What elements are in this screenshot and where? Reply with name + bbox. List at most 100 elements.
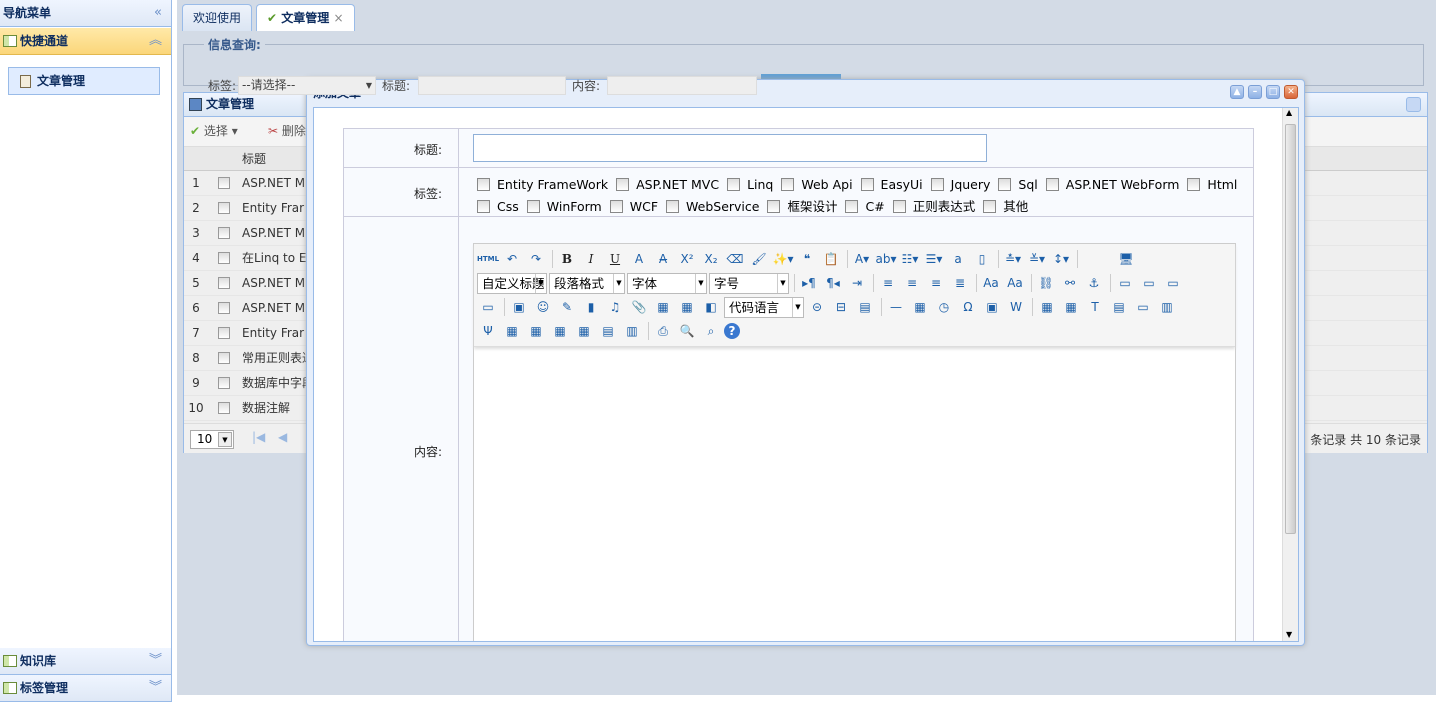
expand-down-icon[interactable]: ︾ [149, 675, 162, 701]
insertcol-icon[interactable]: ▥ [1156, 297, 1178, 317]
imagenone-icon[interactable]: ▭ [1114, 273, 1136, 293]
toolbar-select[interactable]: 自定义标题 ▼ [477, 272, 547, 294]
page-size-select[interactable]: 10 ▼ [190, 430, 234, 449]
collapse-icon[interactable]: ▲ [1230, 85, 1244, 99]
justifycenter-icon[interactable]: ≡ [901, 273, 923, 293]
content-query-input[interactable] [607, 76, 757, 95]
collapse-up-icon[interactable]: ︽ [149, 28, 162, 54]
insertunorderedlist-icon[interactable]: ☰▾ [923, 249, 945, 269]
time-icon[interactable]: ◷ [933, 297, 955, 317]
unlink-icon[interactable]: ⚯ [1059, 273, 1081, 293]
snapscreen-icon[interactable]: ▣ [981, 297, 1003, 317]
row-checkbox[interactable] [218, 202, 230, 214]
checkbox[interactable] [666, 200, 680, 213]
searchreplace-icon[interactable]: 🔍 [676, 321, 698, 341]
editor-content-area[interactable] [474, 348, 1235, 641]
underline-icon[interactable]: U [604, 249, 626, 269]
panel-header-tags[interactable]: 标签管理 ︾ [0, 675, 171, 702]
checkbox[interactable] [1045, 178, 1059, 191]
close-dialog-icon[interactable]: ✕ [1284, 85, 1298, 99]
pasteplain-icon[interactable]: 📋 [820, 249, 842, 269]
scroll-down-icon[interactable]: ▼ [1286, 630, 1292, 639]
imagecenter-icon[interactable]: ▭ [477, 297, 499, 317]
selectall-icon[interactable]: a [947, 249, 969, 269]
panel-header-knowledge[interactable]: 知识库 ︾ [0, 648, 171, 675]
row-checkbox[interactable] [218, 177, 230, 189]
tag-checkbox[interactable]: WCF [609, 197, 658, 216]
attachment-icon[interactable]: 📎 [628, 297, 650, 317]
toolbar-select[interactable]: 字体 ▼ [627, 272, 707, 294]
row-checkbox[interactable] [218, 227, 230, 239]
horizontal-icon[interactable]: — [885, 297, 907, 317]
first-page-icon[interactable]: |◀ [252, 430, 265, 444]
checkbox[interactable] [767, 200, 781, 213]
checkbox[interactable] [616, 178, 630, 191]
nav-item-article-management[interactable]: 文章管理 [8, 67, 160, 95]
scrawl-icon[interactable]: ✎ [556, 297, 578, 317]
directionalityrtl-icon[interactable]: ¶◂ [822, 273, 844, 293]
music-icon[interactable]: ♫ [604, 297, 626, 317]
deletecol-icon[interactable]: Ψ [477, 321, 499, 341]
tag-checkbox[interactable]: WinForm [526, 197, 602, 216]
tag-checkbox[interactable]: Html [1187, 175, 1237, 194]
tab-welcome[interactable]: 欢迎使用 [182, 4, 253, 31]
justifyright-icon[interactable]: ≡ [925, 273, 947, 293]
insertvideo-icon[interactable]: ▮ [580, 297, 602, 317]
find-icon[interactable]: ⌕ [700, 321, 722, 341]
row-checkbox[interactable] [218, 327, 230, 339]
tag-checkbox[interactable]: Linq [727, 175, 773, 194]
tag-checkbox[interactable]: 其他 [983, 197, 1028, 216]
article-title-input[interactable] [473, 134, 987, 162]
insertrow-icon[interactable]: ▤ [1108, 297, 1130, 317]
cleardoc-icon[interactable]: ▯ [971, 249, 993, 269]
row-checkbox[interactable] [218, 302, 230, 314]
title-query-input[interactable] [418, 76, 566, 95]
dialog-scrollbar[interactable]: ▲ ▼ [1282, 108, 1298, 641]
scroll-up-icon[interactable]: ▲ [1286, 108, 1292, 117]
link-icon[interactable]: ⛓ [1035, 273, 1057, 293]
insertparagraphbeforetable-icon[interactable]: T [1084, 297, 1106, 317]
tag-checkbox[interactable]: C# [845, 197, 885, 216]
collapse-left-icon[interactable]: « [154, 0, 162, 26]
anchor-icon[interactable]: ⚓ [1083, 273, 1105, 293]
imageleft-icon[interactable]: ▭ [1138, 273, 1160, 293]
source-icon[interactable]: HTML [477, 249, 499, 269]
inserttable-icon[interactable]: ▦ [1036, 297, 1058, 317]
fontborder-icon[interactable]: A [628, 249, 650, 269]
emotion-icon[interactable]: ☺ [532, 297, 554, 317]
tag-checkbox[interactable]: ASP.NET WebForm [1045, 175, 1179, 194]
splittorows-icon[interactable]: ▤ [597, 321, 619, 341]
spechars-icon[interactable]: Ω [957, 297, 979, 317]
insertframe-icon[interactable]: ◧ [700, 297, 722, 317]
mergeright-icon[interactable]: ▦ [525, 321, 547, 341]
tag-checkbox[interactable]: Sql [998, 175, 1038, 194]
grid-delete-button[interactable]: ✂ 删除 [268, 117, 306, 146]
scrollbar-thumb[interactable] [1285, 124, 1296, 534]
expand-down-icon[interactable]: ︾ [149, 648, 162, 674]
tag-checkbox[interactable]: WebService [666, 197, 759, 216]
tolowercase-icon[interactable]: Aa [1004, 273, 1026, 293]
deletetable-icon[interactable]: ▦ [1060, 297, 1082, 317]
template-icon[interactable]: ⊟ [830, 297, 852, 317]
touppercase-icon[interactable]: Aa [980, 273, 1002, 293]
toolbar-select[interactable]: 代码语言 ▼ [724, 296, 804, 318]
mergecells-icon[interactable]: ▦ [501, 321, 523, 341]
justifyleft-icon[interactable]: ≡ [877, 273, 899, 293]
checkbox[interactable] [781, 178, 795, 191]
tag-checkbox[interactable]: Entity FrameWork [477, 175, 608, 194]
bold-icon[interactable]: B [556, 249, 578, 269]
row-checkbox[interactable] [218, 402, 230, 414]
gmap-icon[interactable]: ▦ [676, 297, 698, 317]
row-checkbox[interactable] [218, 377, 230, 389]
tag-checkbox[interactable]: 正则表达式 [892, 197, 975, 216]
tag-checkbox[interactable]: Jquery [930, 175, 990, 194]
tag-checkbox[interactable]: Web Api [781, 175, 853, 194]
checkbox[interactable] [727, 178, 741, 191]
undo-icon[interactable]: ↶ [501, 249, 523, 269]
redo-icon[interactable]: ↷ [525, 249, 547, 269]
checkbox[interactable] [477, 200, 490, 213]
minimize-icon[interactable]: – [1248, 85, 1262, 99]
map-icon[interactable]: ▦ [652, 297, 674, 317]
preview-icon[interactable]: 🖥 [1115, 249, 1137, 269]
blockquote-icon[interactable]: ❝ [796, 249, 818, 269]
